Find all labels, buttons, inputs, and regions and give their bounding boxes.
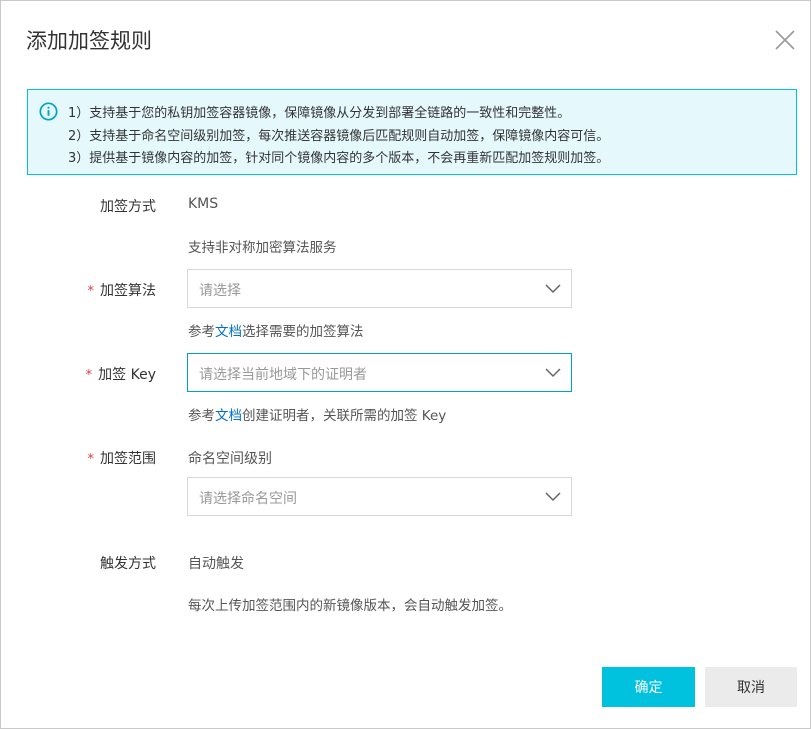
method-help: 支持非对称加密算法服务 xyxy=(188,240,337,256)
cancel-button[interactable]: 取消 xyxy=(705,667,797,707)
algorithm-doc-link[interactable]: 文档 xyxy=(215,324,242,340)
dialog-title: 添加加签规则 xyxy=(26,29,152,53)
confirm-button[interactable]: 确定 xyxy=(602,667,695,707)
required-mark: * xyxy=(87,452,95,467)
required-mark: * xyxy=(87,284,95,299)
close-button[interactable] xyxy=(773,28,797,52)
key-doc-link[interactable]: 文档 xyxy=(215,408,242,424)
notice-line: 3）提供基于镜像内容的加签，针对同个镜像内容的多个版本，不会再重新匹配加签规则加… xyxy=(68,151,610,166)
method-label: 加签方式 xyxy=(100,199,156,215)
algorithm-label: * 加签算法 xyxy=(87,283,157,299)
trigger-label: 触发方式 xyxy=(100,556,156,572)
trigger-help: 每次上传加签范围内的新镜像版本，会自动触发加签。 xyxy=(188,598,512,614)
add-sign-rule-dialog: 添加加签规则 1）支持基于您的私钥加签容器镜像，保障镜像从分发到部署全链路的一致… xyxy=(0,0,811,729)
info-icon xyxy=(39,102,58,121)
chevron-down-icon xyxy=(545,368,561,378)
namespace-select[interactable]: 请选择命名空间 xyxy=(187,477,572,516)
method-value: KMS xyxy=(188,196,219,212)
algorithm-select-placeholder: 请选择 xyxy=(199,283,241,299)
algorithm-help: 参考文档选择需要的加签算法 xyxy=(188,324,364,340)
chevron-down-icon xyxy=(545,284,561,294)
key-label: * 加签 Key xyxy=(85,367,156,383)
trigger-value: 自动触发 xyxy=(188,556,244,572)
notice-line: 1）支持基于您的私钥加签容器镜像，保障镜像从分发到部署全链路的一致性和完整性。 xyxy=(68,106,571,121)
algorithm-select[interactable]: 请选择 xyxy=(187,269,572,308)
scope-value: 命名空间级别 xyxy=(188,451,272,467)
chevron-down-icon xyxy=(545,492,561,502)
key-select[interactable]: 请选择当前地域下的证明者 xyxy=(187,353,572,392)
namespace-select-placeholder: 请选择命名空间 xyxy=(199,491,297,507)
notice-line: 2）支持基于命名空间级别加签，每次推送容器镜像后匹配规则自动加签，保障镜像内容可… xyxy=(68,129,610,144)
close-icon xyxy=(775,30,795,50)
scope-label: * 加签范围 xyxy=(87,451,157,467)
info-notice: 1）支持基于您的私钥加签容器镜像，保障镜像从分发到部署全链路的一致性和完整性。 … xyxy=(27,89,797,175)
key-help: 参考文档创建证明者，关联所需的加签 Key xyxy=(188,408,447,424)
required-mark: * xyxy=(85,368,93,383)
key-select-placeholder: 请选择当前地域下的证明者 xyxy=(199,367,367,383)
